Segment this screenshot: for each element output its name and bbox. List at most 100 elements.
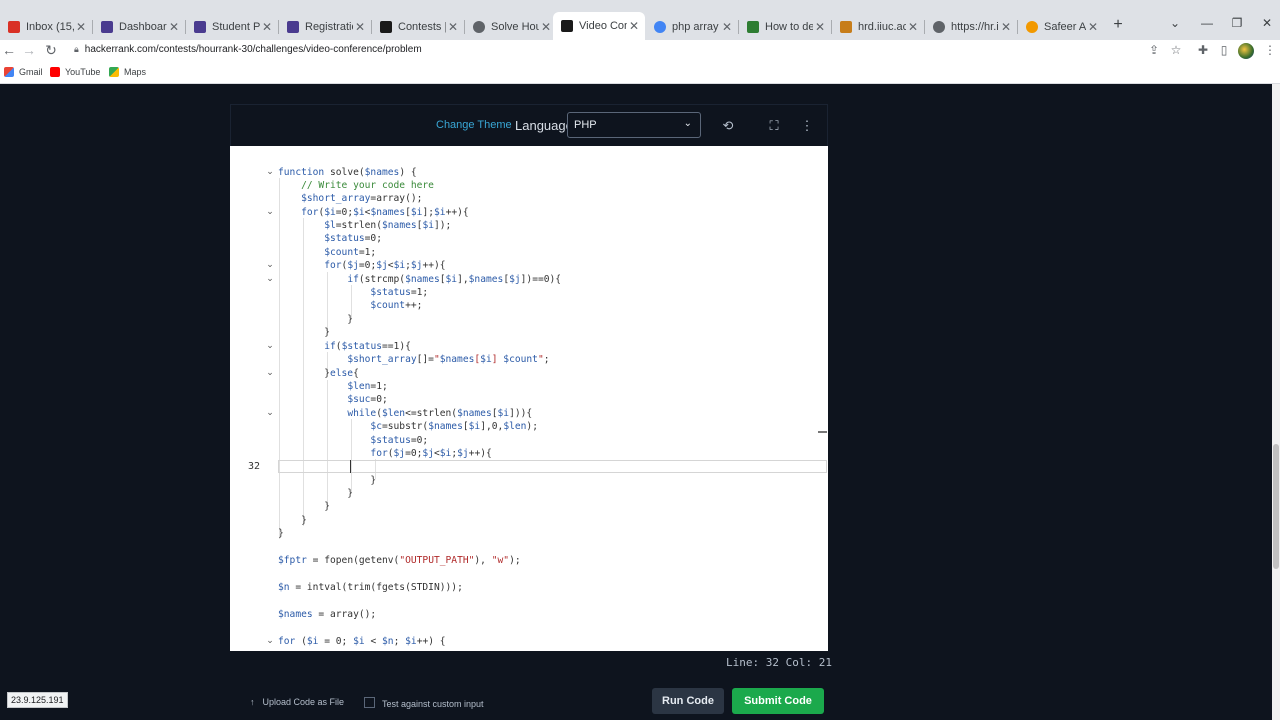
code-line: for($j=0;$j<$i;$j++){ xyxy=(324,260,446,271)
line-col-indicator: Line: 32 Col: 21 xyxy=(726,656,832,669)
close-tab-icon[interactable]: ✕ xyxy=(446,20,460,34)
globe-icon xyxy=(473,21,485,33)
browser-tab[interactable]: Registration ✕ xyxy=(279,14,371,40)
tab-title: Student Paym xyxy=(212,21,260,33)
bookmark-star-icon[interactable]: ☆ xyxy=(1168,43,1184,57)
scrollbar-thumb[interactable] xyxy=(1273,444,1279,569)
more-options-icon[interactable]: ⋮ xyxy=(799,118,815,134)
minimize-icon[interactable]: — xyxy=(1196,16,1218,30)
fold-chevron-icon[interactable]: ⌄ xyxy=(266,259,274,270)
tab-title: php array ex xyxy=(672,21,720,33)
code-line: $c=substr($names[$i],0,$len); xyxy=(370,421,538,432)
back-icon[interactable]: ← xyxy=(0,42,18,58)
fold-chevron-icon[interactable]: ⌄ xyxy=(266,206,274,217)
browser-tab[interactable]: Student Paym ✕ xyxy=(186,14,278,40)
code-line: } xyxy=(278,515,307,526)
address-bar[interactable]: 🔒︎ hackerrank.com/contests/hourrank-30/c… xyxy=(74,44,422,55)
code-line: $names = array(); xyxy=(278,609,377,620)
browser-tab[interactable]: https://hr.iiu ✕ xyxy=(925,14,1017,40)
language-selected-value: PHP xyxy=(574,119,597,131)
bookmark-gmail[interactable]: Gmail xyxy=(4,67,43,77)
browser-tab[interactable]: php array ex ✕ xyxy=(646,14,738,40)
page-scrollbar[interactable] xyxy=(1272,84,1280,720)
fold-chevron-icon[interactable]: ⌄ xyxy=(266,340,274,351)
history-icon[interactable]: ⟲ xyxy=(720,118,736,134)
maximize-icon[interactable]: ❐ xyxy=(1226,16,1248,30)
close-tab-icon[interactable]: ✕ xyxy=(1086,20,1100,34)
share-icon[interactable]: ⇪ xyxy=(1146,43,1162,57)
code-line: if($status==1){ xyxy=(324,341,411,352)
browser-tab[interactable]: Solve HourRa ✕ xyxy=(465,14,557,40)
close-tab-icon[interactable]: ✕ xyxy=(74,20,88,34)
code-line: for ($i = 0; $i < $n; $i++) { xyxy=(278,636,446,647)
lock-icon[interactable]: 🔒︎ xyxy=(74,44,79,55)
fold-chevron-icon[interactable]: ⌄ xyxy=(266,635,274,646)
code-line: $len=1; xyxy=(347,381,388,392)
browser-tab[interactable]: Dashboard | ✕ xyxy=(93,14,185,40)
browser-tab[interactable]: hrd.iiuc.ac.bd ✕ xyxy=(832,14,924,40)
code-line: } xyxy=(278,475,377,486)
close-tab-icon[interactable]: ✕ xyxy=(999,20,1013,34)
run-code-button[interactable]: Run Code xyxy=(652,688,724,714)
profile-avatar[interactable] xyxy=(1238,43,1254,59)
fold-chevron-icon[interactable]: ⌄ xyxy=(266,166,274,177)
browser-tab[interactable]: Safeer Acad ✕ xyxy=(1018,14,1104,40)
upload-code-link[interactable]: ↑ Upload Code as File xyxy=(250,697,344,707)
close-tab-icon[interactable]: ✕ xyxy=(906,20,920,34)
close-tab-icon[interactable]: ✕ xyxy=(720,20,734,34)
tab-title: Safeer Acad xyxy=(1044,21,1086,33)
code-line: if(strcmp($names[$i],$names[$j])==0){ xyxy=(347,274,562,285)
language-select[interactable]: PHP ⌄ xyxy=(567,112,701,138)
current-line-highlight xyxy=(278,460,827,473)
bookmark-youtube[interactable]: YouTube xyxy=(50,67,100,77)
submit-code-button[interactable]: Submit Code xyxy=(732,688,824,714)
close-tab-icon[interactable]: ✕ xyxy=(627,19,641,33)
globe-icon xyxy=(933,21,945,33)
menu-icon[interactable]: ⋮ xyxy=(1262,43,1278,57)
code-line: }else{ xyxy=(278,368,359,379)
code-line: $l=strlen($names[$i]); xyxy=(324,220,452,231)
code-line: } xyxy=(278,327,330,338)
tab-search-icon[interactable]: ⌄ xyxy=(1164,16,1186,30)
new-tab-icon[interactable]: + xyxy=(1108,16,1128,34)
browser-tab-active[interactable]: Video Confe ✕ xyxy=(553,12,645,40)
line-number: 32 xyxy=(248,461,261,472)
tab-title: How to dele xyxy=(765,21,813,33)
close-tab-icon[interactable]: ✕ xyxy=(353,20,367,34)
code-line: $fptr = fopen(getenv("OUTPUT_PATH"), "w"… xyxy=(278,555,521,566)
browser-tab[interactable]: How to dele ✕ xyxy=(739,14,831,40)
code-line: } xyxy=(278,488,354,499)
close-window-icon[interactable]: ✕ xyxy=(1256,16,1278,30)
fullscreen-icon[interactable]: ⛶ xyxy=(766,118,782,134)
close-tab-icon[interactable]: ✕ xyxy=(167,20,181,34)
code-line: } xyxy=(278,314,354,325)
google-icon xyxy=(654,21,666,33)
code-line: $suc=0; xyxy=(347,394,388,405)
close-tab-icon[interactable]: ✕ xyxy=(260,20,274,34)
change-theme-link[interactable]: Change Theme xyxy=(436,119,512,131)
side-panel-icon[interactable]: ▯ xyxy=(1216,43,1232,57)
tab-title: Dashboard | xyxy=(119,21,167,33)
forward-icon[interactable]: → xyxy=(20,42,38,58)
close-tab-icon[interactable]: ✕ xyxy=(539,20,553,34)
fold-chevron-icon[interactable]: ⌄ xyxy=(266,367,274,378)
bookmark-maps[interactable]: Maps xyxy=(109,67,146,77)
status-url-tooltip: 23.9.125.191 xyxy=(7,692,68,708)
browser-tab[interactable]: Contests | Ha ✕ xyxy=(372,14,464,40)
language-label: Language xyxy=(515,118,573,133)
fold-chevron-icon[interactable]: ⌄ xyxy=(266,273,274,284)
code-line: for($i=0;$i<$names[$i];$i++){ xyxy=(301,207,469,218)
reload-icon[interactable]: ↻ xyxy=(42,42,60,59)
extensions-icon[interactable]: ✚ xyxy=(1195,43,1211,57)
fold-chevron-icon[interactable]: ⌄ xyxy=(266,407,274,418)
custom-input-label[interactable]: Test against custom input xyxy=(382,699,484,709)
custom-input-checkbox[interactable] xyxy=(364,697,375,708)
close-tab-icon[interactable]: ✕ xyxy=(813,20,827,34)
code-line: } xyxy=(278,528,284,539)
code-line: for($j=0;$j<$i;$j++){ xyxy=(370,448,492,459)
hackerrank-icon xyxy=(561,20,573,32)
bookmark-label: Gmail xyxy=(19,67,43,77)
code-line: $short_array=array(); xyxy=(301,193,423,204)
browser-tab[interactable]: Inbox (15,49 ✕ xyxy=(0,14,92,40)
tab-title: https://hr.iiu xyxy=(951,21,999,33)
